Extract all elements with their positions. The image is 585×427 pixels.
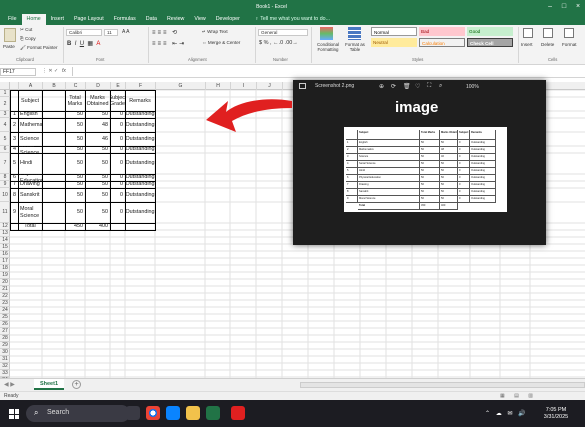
clock[interactable]: 7:05 PM 3/31/2025	[536, 407, 576, 421]
clock-time: 7:05 PM	[545, 407, 567, 413]
horizontal-scrollbar[interactable]	[300, 382, 585, 388]
sheet-tabs-bar: ◀ ▶ Sheet1 +	[0, 378, 585, 391]
status-text: Ready	[4, 393, 19, 399]
edge-icon[interactable]	[166, 406, 180, 420]
red-arrow	[206, 99, 292, 132]
sheet-nav-arrows[interactable]: ◀ ▶	[4, 381, 15, 388]
search-label: Search	[47, 409, 70, 416]
task-view-icon[interactable]	[126, 406, 140, 420]
clock-date: 3/31/2025	[543, 414, 569, 420]
new-sheet-button[interactable]: +	[72, 380, 81, 389]
excel-icon[interactable]	[206, 406, 220, 420]
windows-start-icon[interactable]	[9, 409, 19, 419]
search-icon: ⌕	[34, 408, 39, 417]
chrome-icon[interactable]	[146, 406, 160, 420]
search-box[interactable]: ⌕ Search	[26, 405, 130, 422]
annotation-layer	[206, 99, 292, 132]
status-bar: Ready ▦ ▤ ▥	[0, 391, 585, 400]
sheet-tab-sheet1[interactable]: Sheet1	[34, 379, 64, 390]
taskbar: ⌕ Search ⌃ ☁ ✉ 🔊 7:05 PM 3/31/2025	[0, 400, 585, 427]
system-tray-icons[interactable]: ⌃ ☁ ✉ 🔊	[485, 410, 528, 417]
view-buttons[interactable]: ▦ ▤ ▥	[500, 392, 537, 400]
file-explorer-icon[interactable]	[186, 406, 200, 420]
app-icon[interactable]	[231, 406, 245, 420]
